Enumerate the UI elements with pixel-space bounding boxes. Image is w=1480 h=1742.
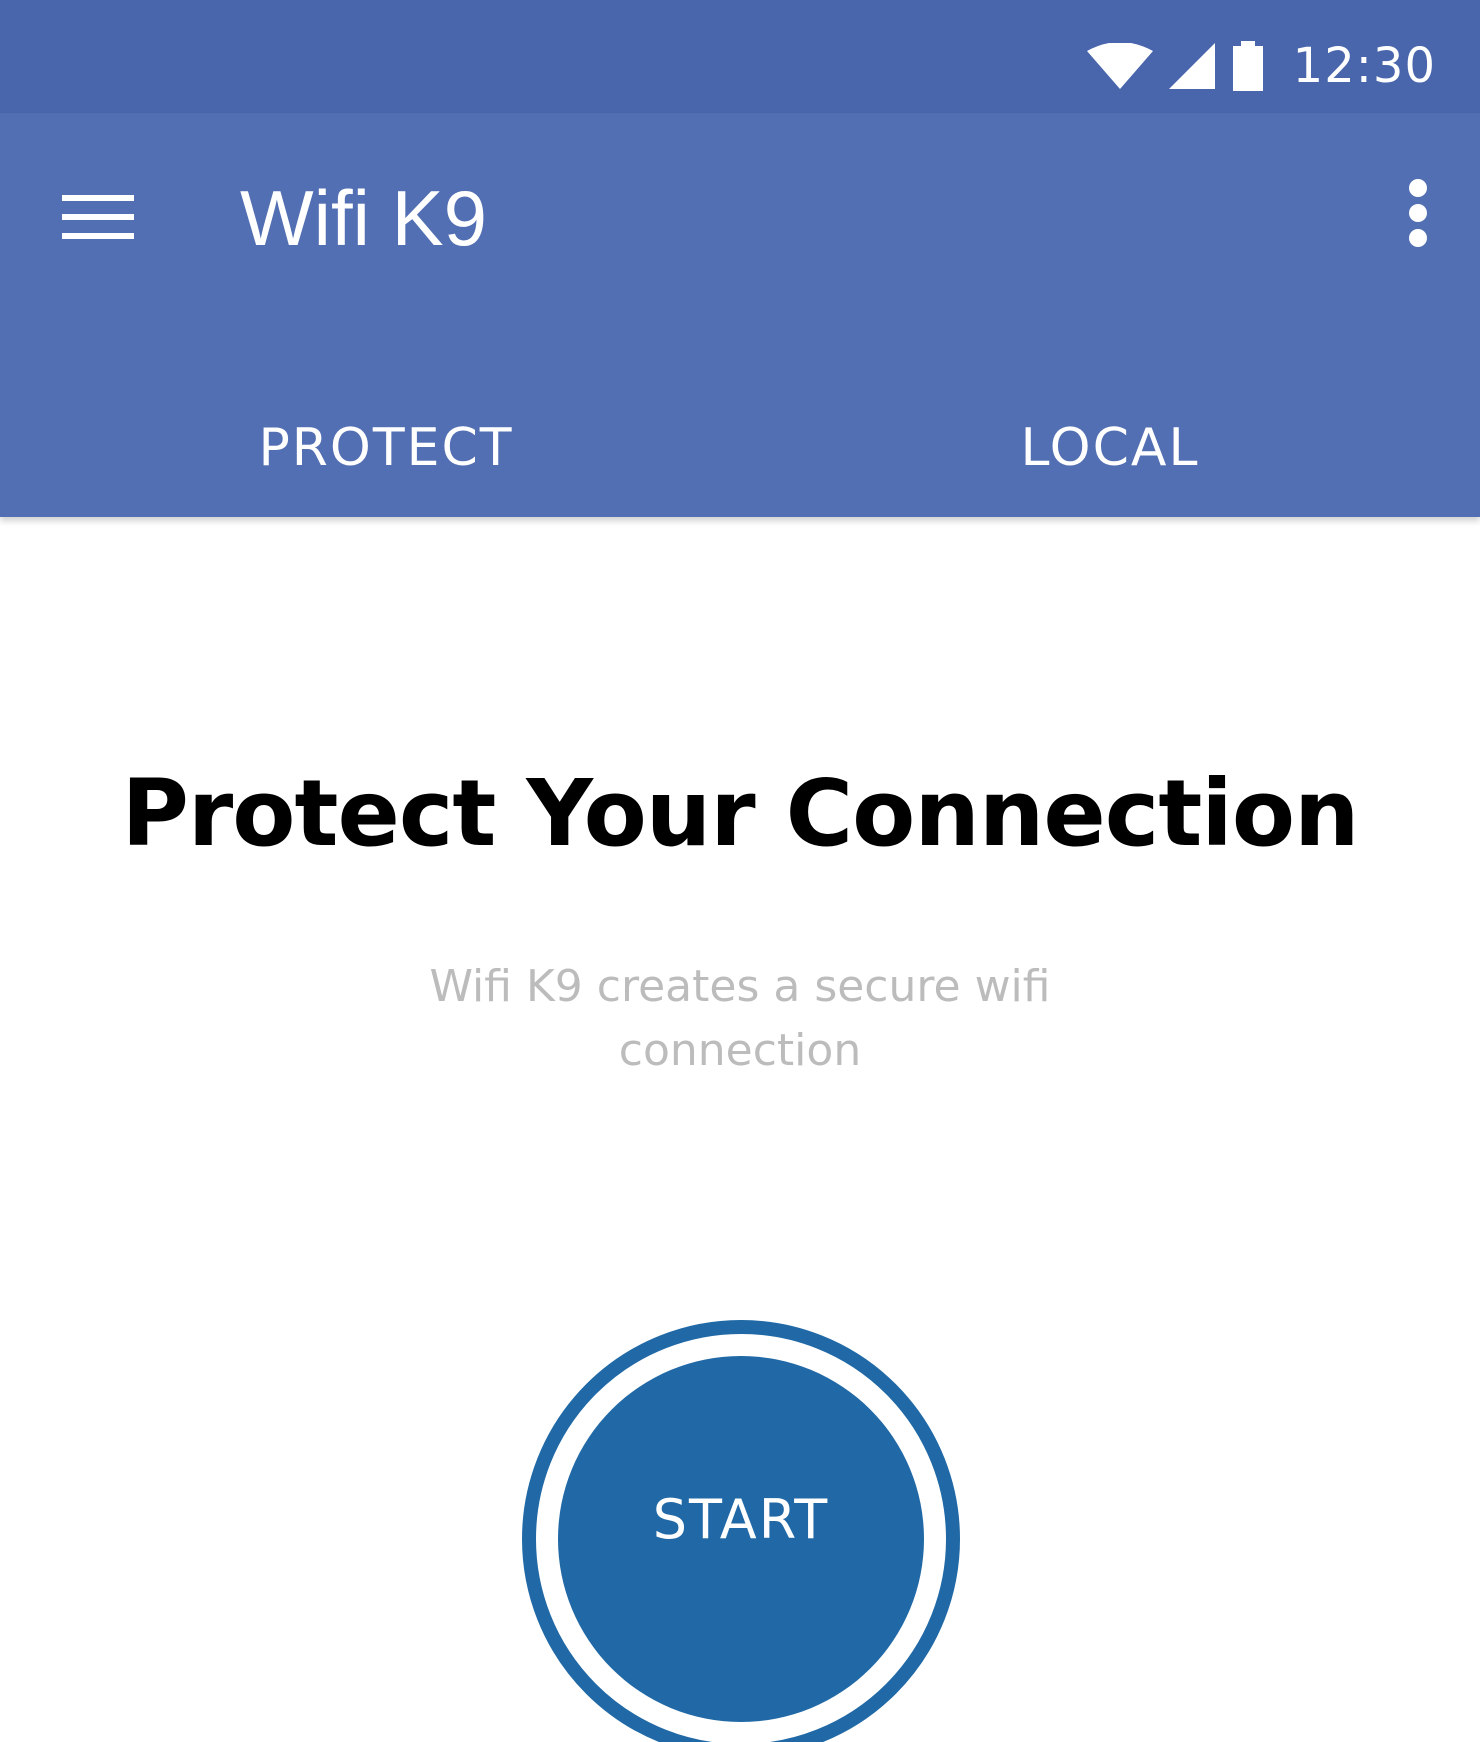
cellular-signal-icon bbox=[1168, 43, 1215, 89]
status-time: 12:30 bbox=[1292, 38, 1436, 94]
page-subtitle: Wifi K9 creates a secure wifi connection bbox=[429, 961, 1051, 1076]
start-button[interactable]: START bbox=[558, 1356, 924, 1722]
app-screen: 12:30 Wifi K9 PROTECT LOCAL Protect Your… bbox=[0, 0, 1480, 1742]
tab-local[interactable]: LOCAL bbox=[740, 393, 1480, 503]
status-icons: 12:30 bbox=[1086, 38, 1436, 94]
wifi-icon bbox=[1086, 43, 1153, 89]
app-bar: Wifi K9 PROTECT LOCAL bbox=[0, 113, 1480, 517]
hamburger-menu-icon[interactable] bbox=[58, 185, 138, 249]
more-vert-icon[interactable] bbox=[1398, 173, 1438, 253]
status-bar: 12:30 bbox=[0, 0, 1480, 113]
tab-protect[interactable]: PROTECT bbox=[16, 393, 756, 503]
app-title: Wifi K9 bbox=[240, 174, 488, 262]
page-headline: Protect Your Connection bbox=[121, 760, 1359, 867]
tab-bar: PROTECT LOCAL bbox=[0, 393, 1480, 503]
battery-icon bbox=[1231, 41, 1265, 91]
